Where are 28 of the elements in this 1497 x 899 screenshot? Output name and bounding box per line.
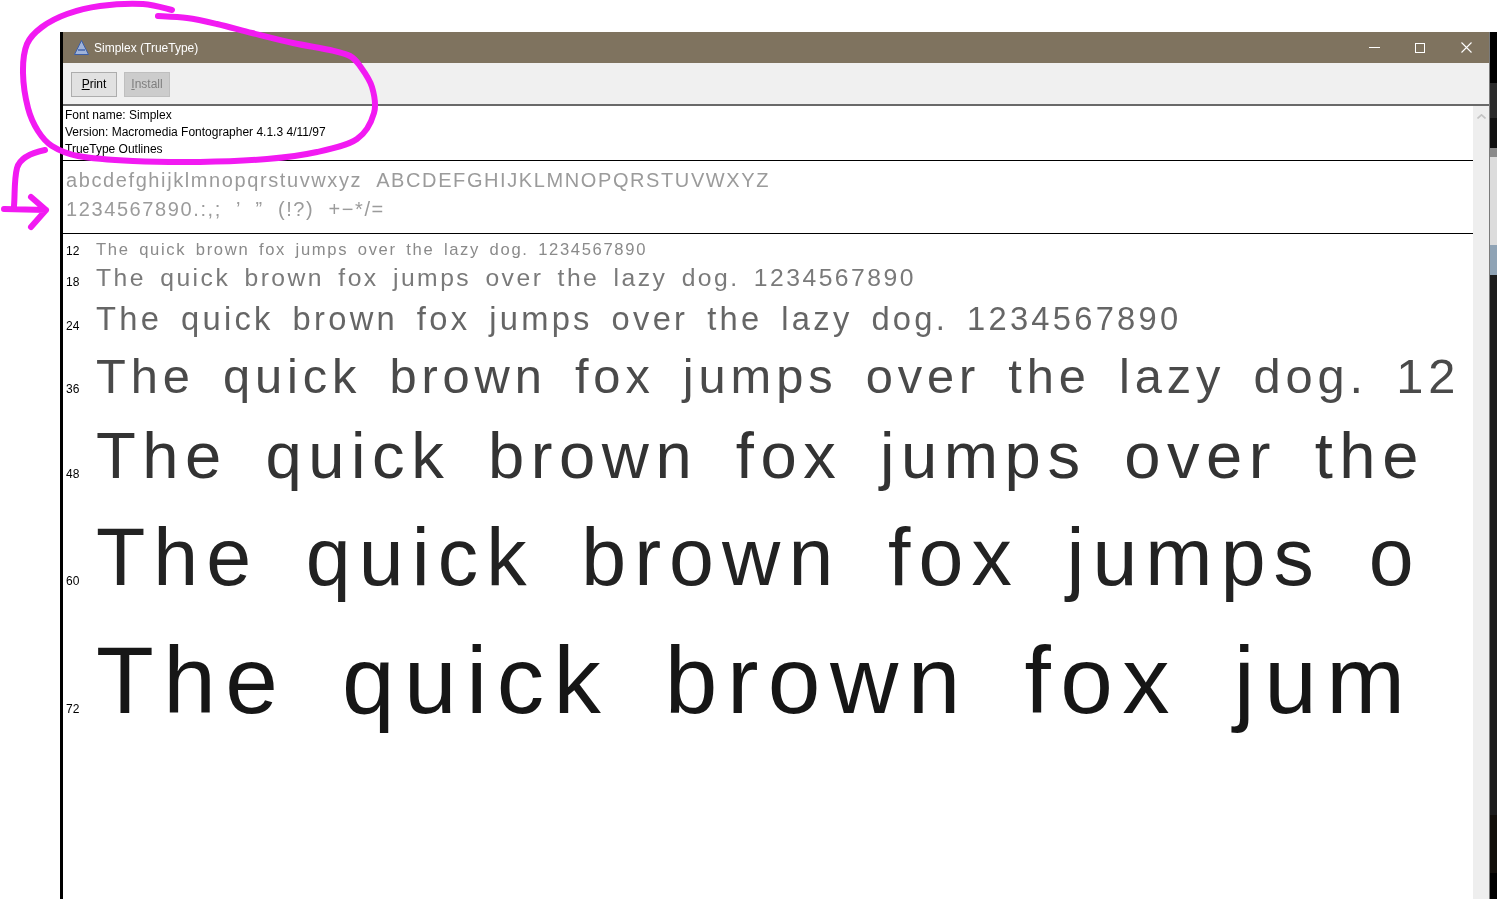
character-set-sample: 1234567890.:,; ’ ” (!?) +−*/= [66, 197, 385, 222]
pangram-sample: The quick brown fox jum [96, 626, 1415, 736]
point-size-label: 48 [66, 465, 80, 483]
font-info-line: Font name: Simplex [65, 107, 172, 124]
pangram-sample: The quick brown fox jumps over the lazy dog. 1234567890 [96, 239, 648, 261]
point-size-label: 24 [66, 317, 80, 335]
maximize-icon [1415, 42, 1425, 53]
window-title: Simplex (TrueType) [94, 39, 199, 56]
font-icon [74, 40, 89, 55]
chevron-up-icon [1476, 114, 1486, 119]
point-size-label: 60 [66, 573, 80, 591]
character-set-sample: abcdefghijklmnopqrstuvwxyz [66, 168, 363, 193]
pangram-sample: The quick brown fox jumps over the [96, 417, 1425, 494]
point-size-label: 18 [66, 274, 80, 292]
point-size-label: 36 [66, 380, 80, 398]
minimize-icon [1368, 47, 1380, 48]
pangram-sample: The quick brown fox jumps over the lazy dog. 1234567890 [96, 263, 916, 294]
font-info-line: TrueType Outlines [65, 141, 163, 158]
point-size-label: 12 [66, 243, 80, 260]
pangram-sample: The quick brown fox jumps o [96, 511, 1422, 605]
character-set-sample: ABCDEFGHIJKLMNOPQRSTUVWXYZ [376, 168, 771, 193]
pangram-sample: The quick brown fox jumps over the lazy dog. 12 [96, 347, 1461, 405]
point-size-label: 72 [66, 701, 80, 719]
vertical-scrollbar[interactable] [1473, 106, 1489, 899]
font-info-line: Version: Macromedia Fontographer 4.1.3 4/11/97 [65, 124, 326, 141]
toolbar-button[interactable]: Print [71, 72, 117, 97]
pangram-sample: The quick brown fox jumps over the lazy dog. 1234567890 [96, 298, 1182, 339]
close-icon [1460, 42, 1472, 53]
